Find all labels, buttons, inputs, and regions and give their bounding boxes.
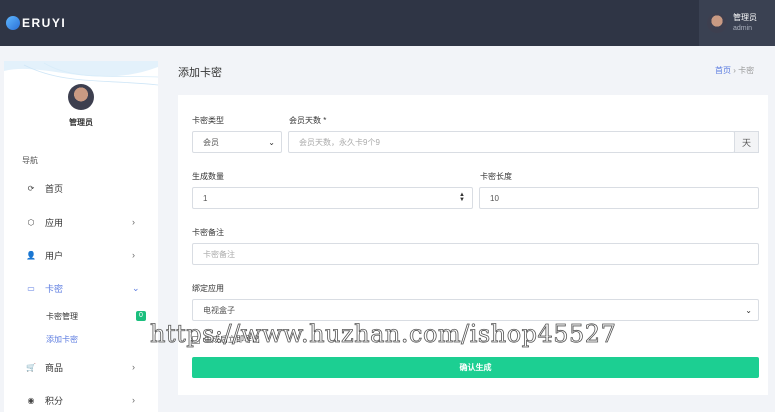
sidebar-avatar xyxy=(68,84,94,110)
card-type-label: 卡密类型 xyxy=(192,116,224,125)
chevron-right-icon: › xyxy=(132,395,135,405)
chevron-down-icon: ⌄ xyxy=(268,137,275,147)
chevron-right-icon: › xyxy=(132,250,135,260)
sidebar-item-home[interactable]: ⟳ 首页 xyxy=(4,178,158,198)
sidebar-item-label: 应用 xyxy=(45,217,64,228)
watermark-text: https://www.huzhan.com/ishop45527 xyxy=(150,320,617,349)
breadcrumb-separator: › xyxy=(733,66,736,75)
logo-icon xyxy=(6,16,20,30)
quantity-label: 生成数量 xyxy=(192,172,224,181)
breadcrumb-home-link[interactable]: 首页 xyxy=(715,66,731,75)
sidebar-subitem-add-card[interactable]: 添加卡密 xyxy=(46,334,78,345)
sidebar-item-apps[interactable]: ⬡ 应用 › xyxy=(4,212,158,232)
length-input[interactable]: 10 xyxy=(479,187,759,209)
sidebar-item-label: 商品 xyxy=(45,362,64,373)
logo-text: ERUYI xyxy=(22,16,67,30)
header-user-name: 管理员 xyxy=(733,13,757,22)
sidebar-item-products[interactable]: 🛒 商品 › xyxy=(4,357,158,377)
home-icon: ⟳ xyxy=(27,183,35,193)
sidebar-item-cards[interactable]: ▭ 卡密 ⌄ xyxy=(4,278,158,298)
sidebar-item-label: 卡密 xyxy=(45,283,64,294)
app-icon: ⬡ xyxy=(27,217,35,227)
quantity-value: 1 xyxy=(203,193,208,203)
card-count-badge: 0 xyxy=(136,311,146,321)
logo[interactable]: ERUYI xyxy=(6,16,66,30)
card-icon: ▭ xyxy=(27,283,35,293)
quantity-stepper[interactable]: 1 ▲ ▼ xyxy=(192,187,473,209)
submit-button[interactable]: 确认生成 xyxy=(192,357,759,378)
top-bar: ERUYI 管理员 admin xyxy=(0,0,775,46)
chevron-right-icon: › xyxy=(132,217,135,227)
header-user-account: admin xyxy=(733,25,753,32)
breadcrumb-current: 卡密 xyxy=(738,66,755,75)
stepper-icon[interactable]: ▲ ▼ xyxy=(459,192,465,203)
sidebar-subitem-card-manage[interactable]: 卡密管理 xyxy=(46,311,78,322)
chevron-down-icon: ⌄ xyxy=(132,282,140,293)
points-icon: ◉ xyxy=(27,395,35,405)
breadcrumb: 首页 › 卡密 xyxy=(715,65,775,76)
card-type-value: 会员 xyxy=(203,137,219,147)
chevron-down-icon: ⌄ xyxy=(745,305,752,315)
bind-app-value: 电视盒子 xyxy=(203,305,235,315)
page-title: 添加卡密 xyxy=(178,67,222,79)
avatar xyxy=(707,13,727,33)
sidebar: 管理员 导航 ⟳ 首页 ⬡ 应用 › 👤 用户 › ▭ 卡密 ⌄ 卡密管理 0 … xyxy=(4,61,158,412)
sidebar-item-label: 用户 xyxy=(45,250,64,261)
bind-app-label: 绑定应用 xyxy=(192,284,224,293)
member-days-input[interactable]: 会员天数，永久卡9个9 xyxy=(288,131,735,153)
chevron-right-icon: › xyxy=(132,362,135,372)
note-input[interactable]: 卡密备注 xyxy=(192,243,759,265)
sidebar-user-name: 管理员 xyxy=(69,118,93,127)
sidebar-item-label: 积分 xyxy=(45,395,64,406)
member-days-unit: 天 xyxy=(734,131,759,153)
user-menu[interactable]: 管理员 admin xyxy=(699,0,775,46)
cart-icon: 🛒 xyxy=(26,362,36,372)
add-card-form: 卡密类型 会员 ⌄ 会员天数 * 会员天数，永久卡9个9 天 生成数量 1 ▲ ▼… xyxy=(178,95,768,395)
note-label: 卡密备注 xyxy=(192,228,224,237)
card-type-select[interactable]: 会员 ⌄ xyxy=(192,131,282,153)
nav-title: 导航 xyxy=(22,156,38,165)
sidebar-item-label: 首页 xyxy=(45,183,64,194)
sidebar-item-points[interactable]: ◉ 积分 › xyxy=(4,390,158,410)
user-icon: 👤 xyxy=(26,250,36,260)
sidebar-item-users[interactable]: 👤 用户 › xyxy=(4,245,158,265)
bind-app-select[interactable]: 电视盒子 ⌄ xyxy=(192,299,759,321)
length-label: 卡密长度 xyxy=(480,172,512,181)
member-days-label: 会员天数 * xyxy=(289,116,327,125)
